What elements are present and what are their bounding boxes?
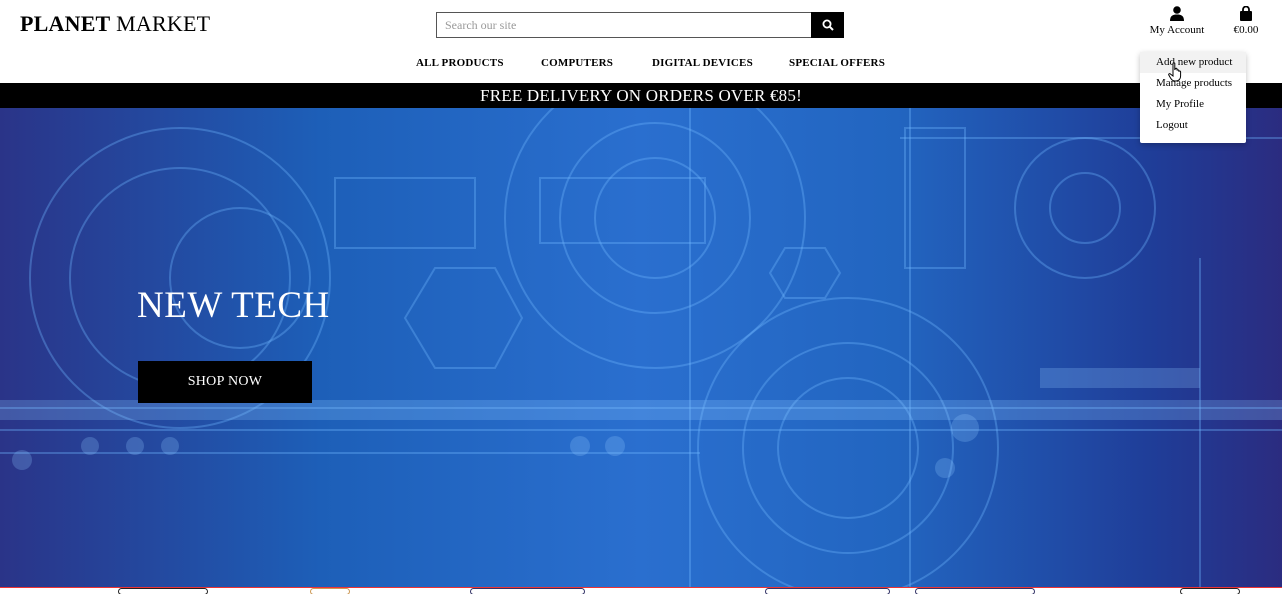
my-account-label: My Account (1149, 24, 1205, 36)
below-fold-content (0, 587, 1282, 594)
hand-pointer-cursor-icon (1168, 62, 1182, 82)
cartoon-figure-image (118, 588, 208, 594)
nav-computers[interactable]: COMPUTERS (541, 57, 613, 69)
hero-banner: NEW TECH SHOP NOW (0, 108, 1282, 587)
menu-item-manage-products[interactable]: Manage products (1140, 73, 1246, 94)
cartoon-figure-image (765, 588, 890, 594)
menu-item-logout[interactable]: Logout (1140, 115, 1246, 136)
my-account-button[interactable]: My Account (1145, 6, 1209, 36)
site-header: PLANET MARKET My Account €0.00 ALL PRODU… (0, 0, 1282, 83)
search-icon (822, 19, 834, 31)
nav-digital-devices[interactable]: DIGITAL DEVICES (652, 57, 753, 69)
account-dropdown-menu: Add new product Manage products My Profi… (1140, 52, 1246, 143)
nav-special-offers[interactable]: SPECIAL OFFERS (789, 57, 885, 69)
site-logo[interactable]: PLANET MARKET (20, 11, 210, 37)
main-nav: ALL PRODUCTS COMPUTERS DIGITAL DEVICES S… (0, 57, 1282, 71)
menu-item-add-new-product[interactable]: Add new product (1140, 52, 1246, 73)
shopping-bag-icon (1240, 6, 1252, 21)
bag-total: €0.00 (1233, 24, 1259, 36)
cartoon-figure-image (1180, 588, 1240, 594)
cartoon-figure-image (310, 588, 350, 594)
promo-banner: FREE DELIVERY ON ORDERS OVER €85! (0, 83, 1282, 108)
hero-title: NEW TECH (137, 285, 330, 326)
search-button[interactable] (811, 12, 844, 38)
user-icon (1170, 6, 1184, 21)
search-form (436, 12, 844, 38)
search-input[interactable] (436, 12, 811, 38)
nav-all-products[interactable]: ALL PRODUCTS (416, 57, 504, 69)
cartoon-figure-image (470, 588, 585, 594)
shop-now-button[interactable]: SHOP NOW (138, 361, 312, 403)
cartoon-figure-image (915, 588, 1035, 594)
circuit-background-image (0, 108, 1282, 587)
shopping-bag-button[interactable]: €0.00 (1228, 6, 1264, 36)
menu-item-my-profile[interactable]: My Profile (1140, 94, 1246, 115)
